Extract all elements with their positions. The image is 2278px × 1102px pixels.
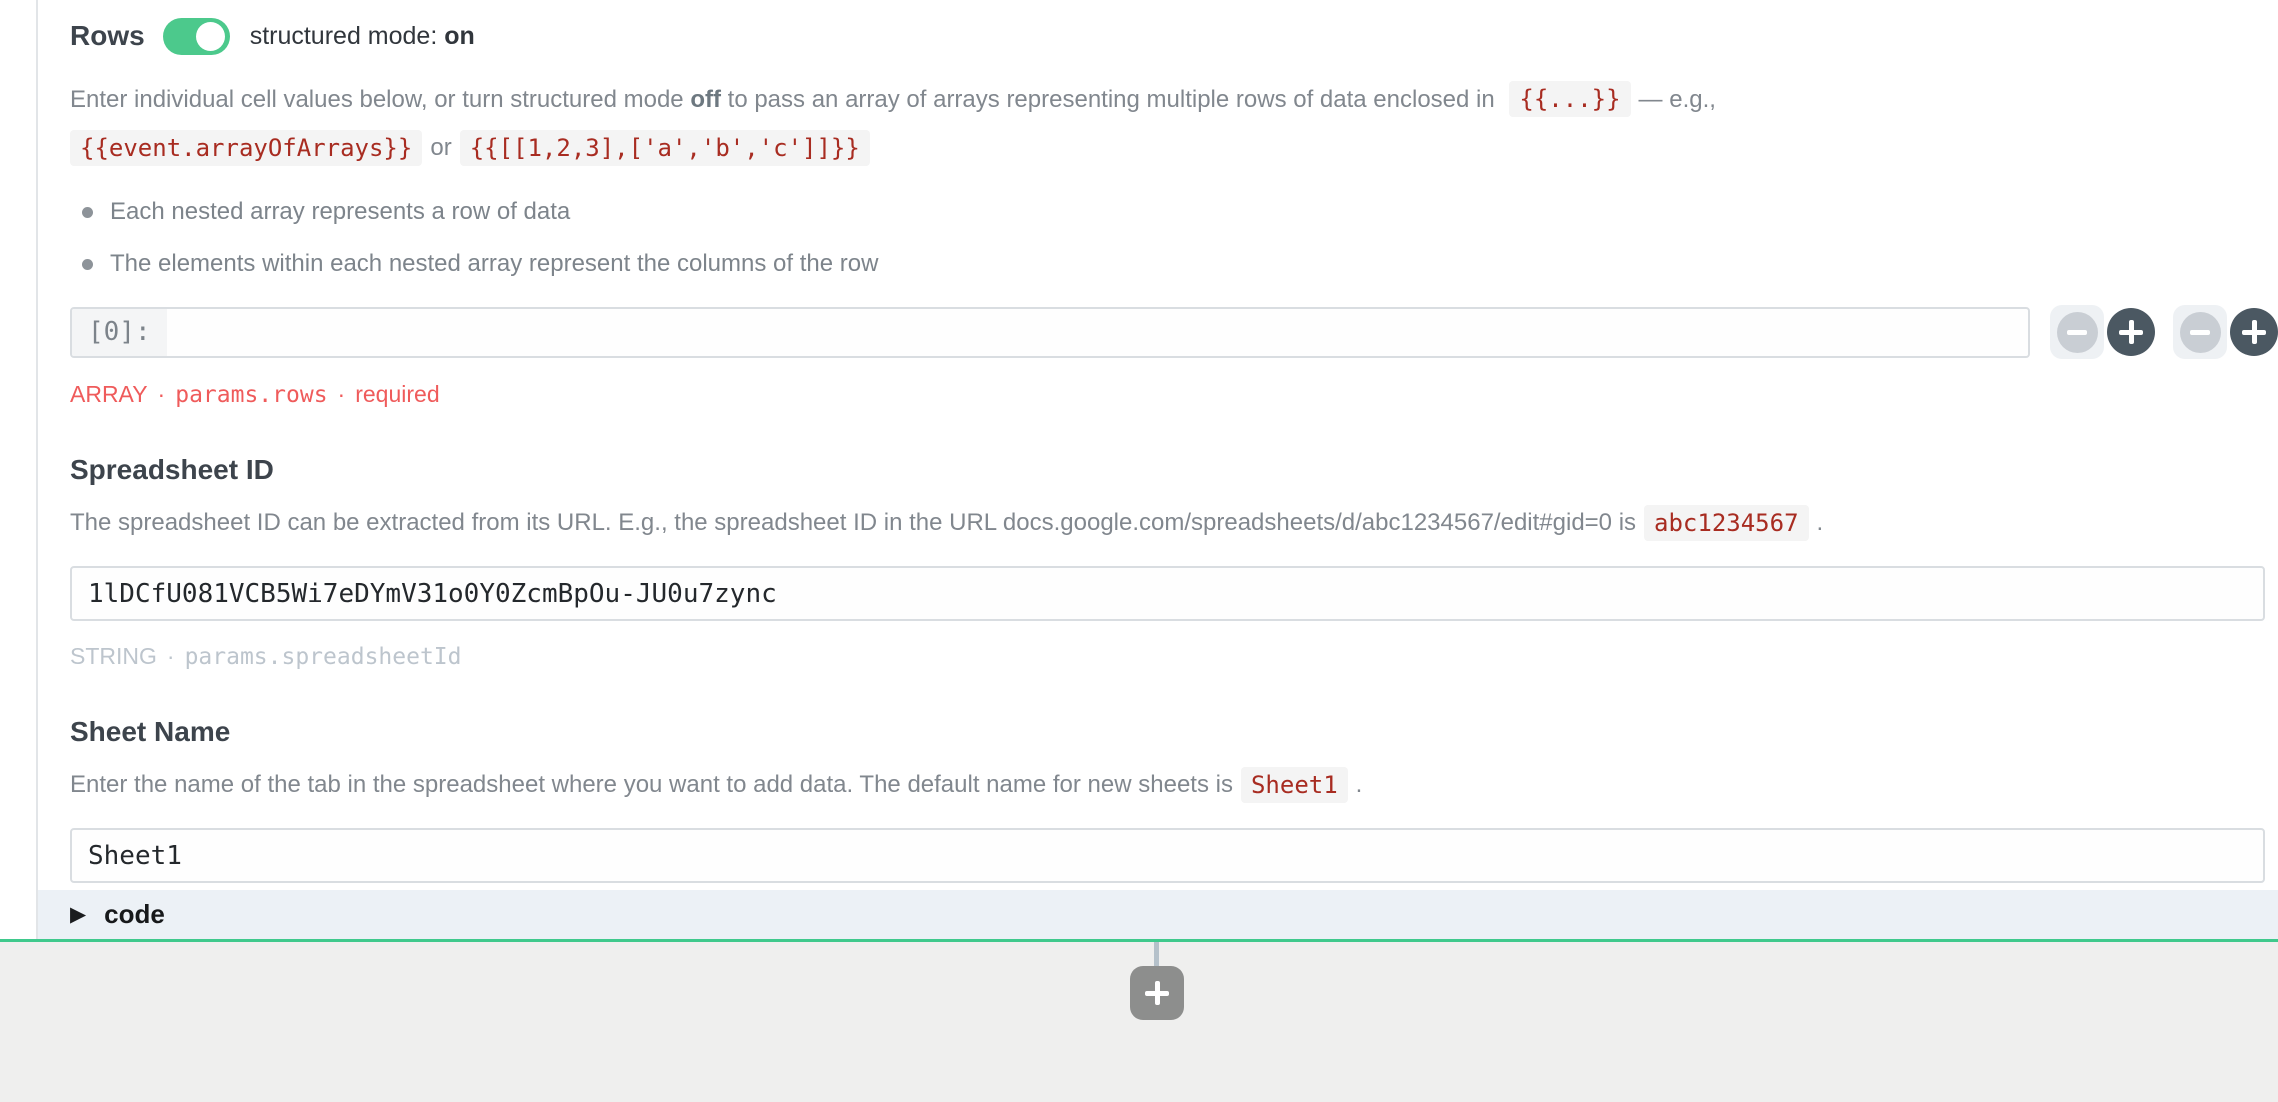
rows-field-label: Rows [70, 20, 145, 52]
param-type: STRING [70, 643, 157, 670]
rows-field-description-examples: {{event.arrayOfArrays}} or {{[[1,2,3],['a'… [70, 127, 2278, 169]
spreadsheet-id-label: Spreadsheet ID [70, 454, 2278, 486]
structured-mode-label: structured mode: [250, 22, 445, 50]
spreadsheet-id-example-chip: abc1234567 [1644, 505, 1809, 541]
workflow-canvas [0, 942, 2278, 1102]
spreadsheet-id-description: The spreadsheet ID can be extracted from… [70, 502, 2278, 544]
step-config-form: Rows structured mode: on Enter individua… [0, 0, 2278, 932]
description-text: — e.g., [1639, 86, 1716, 113]
meta-separator: · [338, 381, 346, 408]
toggle-knob-icon [196, 22, 225, 51]
meta-separator: · [167, 643, 175, 670]
spreadsheet-id-input[interactable] [70, 566, 2265, 621]
rows-param-meta: ARRAY · params.rows · required [70, 381, 2278, 408]
structured-mode-toggle[interactable] [163, 18, 230, 55]
spreadsheet-id-param-meta: STRING · params.spreadsheetId [70, 643, 2278, 670]
plus-icon [1145, 981, 1169, 1005]
minus-icon [2057, 312, 2098, 353]
rows-field-bullet-list: Each nested array represents a row of da… [70, 197, 2278, 279]
sheet-name-label: Sheet Name [70, 716, 2278, 748]
remove-cell-button[interactable] [2050, 305, 2104, 359]
minus-icon [2180, 312, 2221, 353]
rows-field-header: Rows structured mode: on [70, 16, 2278, 56]
param-type: ARRAY [70, 381, 148, 408]
add-row-button[interactable] [2230, 308, 2278, 356]
param-path: params.spreadsheetId [185, 644, 462, 670]
cell-controls [2050, 305, 2155, 359]
add-cell-button[interactable] [2107, 308, 2155, 356]
code-section-label: code [104, 899, 165, 930]
param-path: params.rows [175, 382, 327, 408]
row-controls [2173, 305, 2278, 359]
array-index-prefix: [0]: [72, 309, 167, 356]
structured-mode-text: structured mode: on [250, 22, 475, 51]
remove-row-button[interactable] [2173, 305, 2227, 359]
structured-mode-state: on [444, 22, 475, 50]
description-text: . [1356, 771, 1363, 799]
description-text: . [1817, 509, 1824, 537]
rows-array-item-input[interactable] [167, 309, 2028, 356]
rows-field-description: Enter individual cell values below, or t… [70, 78, 2230, 121]
rows-array-input-row: [0]: [70, 305, 2278, 359]
sheet-name-default-chip: Sheet1 [1241, 767, 1348, 803]
bullet-item: The elements within each nested array re… [70, 249, 2278, 279]
braces-code-chip: {{...}} [1509, 81, 1630, 117]
description-off-emphasis: off [690, 86, 721, 113]
add-step-button[interactable] [1130, 966, 1184, 1020]
sheet-name-input[interactable] [70, 828, 2265, 883]
description-text: or [430, 134, 451, 162]
param-required-flag: required [355, 381, 439, 408]
bullet-item: Each nested array represents a row of da… [70, 197, 2278, 227]
description-text: The spreadsheet ID can be extracted from… [70, 509, 1636, 537]
meta-separator: · [158, 381, 166, 408]
description-text: to pass an array of arrays representing … [721, 86, 1501, 113]
sheet-name-description: Enter the name of the tab in the spreads… [70, 764, 2278, 806]
literal-array-code-chip: {{[[1,2,3],['a','b','c']]}} [460, 130, 870, 166]
plus-icon [2119, 320, 2143, 344]
plus-icon [2242, 320, 2266, 344]
code-section-toggle[interactable]: ▶ code [38, 890, 2278, 939]
array-controls [2050, 305, 2278, 359]
rows-array-item-field: [0]: [70, 307, 2030, 358]
description-text: Enter individual cell values below, or t… [70, 86, 690, 113]
array-of-arrays-code-chip: {{event.arrayOfArrays}} [70, 130, 422, 166]
left-gutter-divider [36, 0, 38, 939]
caret-right-icon: ▶ [70, 902, 86, 927]
description-text: Enter the name of the tab in the spreads… [70, 771, 1233, 799]
